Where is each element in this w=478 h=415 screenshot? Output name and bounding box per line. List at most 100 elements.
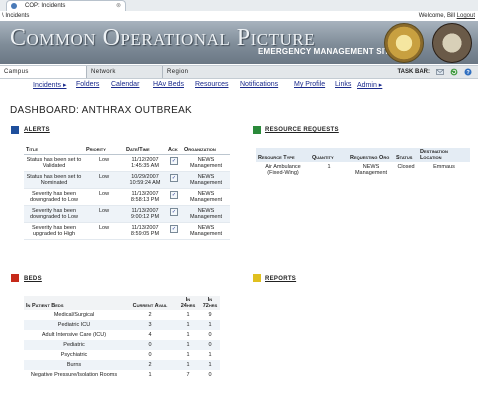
bed-in-72hrs: 0: [200, 340, 220, 350]
col-destination: Destination Location: [418, 148, 470, 162]
col-title: Title: [24, 146, 84, 155]
state-seal-icon: [384, 23, 424, 63]
bed-in-24hrs: 1: [176, 320, 200, 330]
bed-type: Burns: [24, 360, 124, 370]
site-banner: Common Operational Picture EMERGENCY MAN…: [0, 21, 478, 64]
alert-row[interactable]: Severity has been downgraded to Low Low 11…: [24, 205, 230, 223]
bed-row[interactable]: Negative Pressure/Isolation Rooms 1 7 0: [24, 370, 220, 380]
menu-hav-beds[interactable]: HAv Beds: [153, 81, 184, 88]
resource-request-row[interactable]: Air Ambulance (Fixed-Wing) 1 NEWS Manageme…: [256, 162, 470, 178]
nav-region[interactable]: Region: [162, 66, 237, 78]
col-ack: Ack: [166, 146, 182, 155]
alert-row[interactable]: Severity has been upgraded to High Low 11/…: [24, 222, 230, 240]
reports-title[interactable]: REPORTS: [265, 276, 296, 282]
alert-row[interactable]: Status has been set to Nominated Low 10/29…: [24, 171, 230, 189]
alert-ack: ✓: [166, 171, 182, 189]
mail-icon[interactable]: [436, 68, 444, 76]
alert-organization: NEWS Management: [182, 222, 230, 240]
nav-network[interactable]: Network: [86, 66, 163, 78]
col-quantity: Quantity: [310, 148, 348, 162]
site-subtitle: EMERGENCY MANAGEMENT SITE: [258, 47, 395, 56]
bed-type: Psychiatric: [60, 352, 88, 358]
bed-row[interactable]: Pediatric ICU 3 1 1: [24, 320, 220, 330]
menu-folders[interactable]: Folders: [76, 81, 99, 88]
address-path: \ Incidents: [2, 13, 30, 19]
welcome-area: Welcome, Bill Logout: [419, 11, 475, 21]
menu-notifications[interactable]: Notifications: [240, 81, 278, 88]
dashboard-title: DASHBOARD: ANTHRAX OUTBREAK: [10, 105, 193, 116]
ack-checkbox[interactable]: ✓: [170, 208, 178, 216]
scope-navbar: Campus Network Region TASK BAR: ?: [0, 65, 478, 79]
ack-checkbox[interactable]: ✓: [170, 191, 178, 199]
alert-datetime: 11/13/2007 8:58:13 PM: [124, 188, 166, 206]
alert-ack: ✓: [166, 154, 182, 172]
col-organization: Organization: [182, 146, 230, 155]
bed-type: Adult Intensive Care (ICU): [41, 332, 107, 338]
bed-in-24hrs: 1: [176, 340, 200, 350]
resource-requests-table: Resource Type Quantity Requesting Org St…: [256, 148, 470, 178]
beds-title[interactable]: BEDS: [24, 276, 42, 282]
alert-datetime: 11/13/2007 9:00:12 PM: [124, 205, 166, 223]
resource-requests-title[interactable]: RESOURCE REQUESTS: [265, 127, 339, 133]
reports-icon: [253, 274, 261, 282]
ack-checkbox[interactable]: ✓: [170, 225, 178, 233]
browser-logo-icon: [11, 3, 17, 9]
resource-requests-icon: [253, 126, 261, 134]
alert-row[interactable]: Status has been set to Validated Low 11/12…: [24, 154, 230, 172]
alert-priority: Low: [84, 205, 124, 223]
bed-type: Pediatric ICU: [24, 320, 124, 330]
col-requesting-org: Requesting Org: [348, 148, 394, 162]
alert-row[interactable]: Severity has been downgraded to Low Low 11…: [24, 188, 230, 206]
bed-current-avail: 3: [124, 320, 176, 330]
request-type: Air Ambulance (Fixed-Wing): [265, 164, 301, 176]
alert-priority: Low: [84, 188, 124, 206]
menu-resources[interactable]: Resources: [195, 81, 228, 88]
alert-organization: NEWS Management: [182, 188, 230, 206]
col-current-avail: Current Avail: [124, 296, 176, 310]
alert-datetime: 11/12/2007 1:45:35 AM: [124, 154, 166, 172]
alerts-title[interactable]: ALERTS: [24, 127, 50, 133]
request-quantity: 1: [327, 164, 331, 170]
help-icon[interactable]: ?: [464, 68, 472, 76]
alerts-icon: [11, 126, 19, 134]
nav-campus[interactable]: Campus: [0, 66, 86, 78]
menu-incidents[interactable]: Incidents ▸: [33, 81, 66, 89]
refresh-icon[interactable]: [450, 68, 458, 76]
ack-checkbox[interactable]: ✓: [170, 157, 178, 165]
logout-link[interactable]: Logout: [457, 13, 475, 19]
col-resource-type: Resource Type: [256, 148, 310, 162]
alert-priority: Low: [84, 171, 124, 189]
alert-priority: Low: [84, 222, 124, 240]
bed-row[interactable]: Adult Intensive Care (ICU) 4 1 0: [24, 330, 220, 340]
welcome-text: Welcome, Bill: [418, 13, 455, 19]
alert-title: Severity has been downgraded to Low: [24, 188, 84, 206]
bed-in-24hrs: 1: [186, 312, 190, 318]
alert-datetime: 11/13/2007 8:59:05 PM: [124, 222, 166, 240]
alert-title: Severity has been upgraded to High: [24, 222, 84, 240]
bed-type: Pediatric: [24, 340, 124, 350]
bed-in-72hrs: 0: [208, 372, 212, 378]
bed-type: Medical/Surgical: [53, 312, 95, 318]
bed-current-avail: 0: [124, 340, 176, 350]
alerts-table: Title Priority Date/Time Ack Organizatio…: [24, 146, 230, 240]
bed-row[interactable]: Pediatric 0 1 0: [24, 340, 220, 350]
bed-current-avail: 2: [124, 360, 176, 370]
bed-row[interactable]: Medical/Surgical 2 1 9: [24, 310, 220, 320]
ack-checkbox[interactable]: ✓: [170, 174, 178, 182]
menu-calendar[interactable]: Calendar: [111, 81, 139, 88]
bed-current-avail: 0: [148, 352, 152, 358]
col-in-72hrs: In 72hrs: [200, 296, 220, 310]
menu-links[interactable]: Links: [335, 81, 351, 88]
menu-admin[interactable]: Admin ▸: [357, 81, 382, 89]
bed-in-24hrs: 1: [186, 352, 190, 358]
alert-ack: ✓: [166, 188, 182, 206]
main-menu: Incidents ▸ Folders Calendar HAv Beds Re…: [0, 81, 478, 91]
col-in-24hrs: In 24hrs: [176, 296, 200, 310]
address-bar[interactable]: \ Incidents: [0, 11, 478, 21]
alert-ack: ✓: [166, 222, 182, 240]
menu-my-profile[interactable]: My Profile: [294, 81, 325, 88]
bed-row[interactable]: Burns 2 1 1: [24, 360, 220, 370]
request-status: Closed: [397, 164, 415, 170]
bed-row[interactable]: Psychiatric 0 1 1: [24, 350, 220, 360]
close-tab-icon[interactable]: ⊗: [116, 1, 121, 11]
